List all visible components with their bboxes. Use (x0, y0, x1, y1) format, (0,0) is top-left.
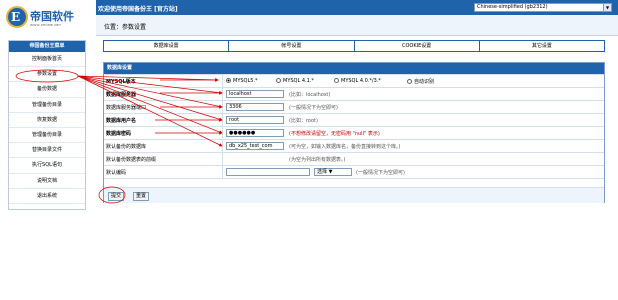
default-charset-label: 默认编码 (106, 170, 127, 176)
settings-tabs: 数据库设置 帐号设置 COOKIE设置 其它设置 (103, 40, 605, 52)
radio-mysql40[interactable]: MYSQL 4.0.*/3.* (334, 78, 381, 84)
charset-select[interactable]: 选择 ▼ (314, 168, 352, 176)
sidebar-title: 帝国备份王菜单 (9, 41, 85, 52)
db-server-input[interactable]: localhost (226, 90, 284, 98)
radio-mysql5[interactable]: MYSQL5.* (226, 78, 258, 84)
language-select-value: Chinese-simplified (gb2312) (477, 4, 548, 10)
db-server-label: 数据库服务器 (106, 92, 137, 98)
sidebar-item-run-sql[interactable]: 执行SQL语句 (9, 158, 85, 174)
db-port-hint: (一般情况下为空即可) (289, 105, 338, 111)
logo: E 帝国软件 WWW.PHOME.NET (0, 0, 96, 36)
default-charset-input[interactable] (226, 168, 310, 176)
row-db-port: 数据库服务器端口 3306 (一般情况下为空即可) (104, 100, 604, 113)
radio-unchecked-icon (334, 78, 339, 83)
row-db-password: 数据库密码 ●●●●●● (不想修改请留空，无密码用 "null" 表示) (104, 126, 604, 139)
reset-button[interactable]: 重置 (133, 192, 149, 201)
default-prefix-label: 默认备份数据表的前缀 (106, 157, 157, 163)
radio-mysql41[interactable]: MYSQL 4.1.* (276, 78, 314, 84)
row-default-prefix: 默认备份数据表的前缀 (为空为列出所有数据表。) (104, 152, 604, 165)
db-port-label: 数据库服务器端口 (106, 105, 147, 111)
sidebar-item-logout[interactable]: 退出系统 (9, 189, 85, 204)
db-port-input[interactable]: 3306 (226, 103, 284, 111)
database-settings-form: 数据库设置 MYSQL版本 MYSQL5.* MYSQL 4.1.* MYSQL… (103, 62, 605, 203)
row-default-db: 默认备份的数据库 db_x25_test_com (可为空，如输入数据库名，备份… (104, 139, 604, 152)
breadcrumb-bar (96, 15, 618, 36)
sidebar-item-backup[interactable]: 备份数据 (9, 82, 85, 98)
db-server-hint: (比如：localhost) (289, 92, 331, 98)
tab-database[interactable]: 数据库设置 (104, 41, 230, 51)
logo-subtitle: WWW.PHOME.NET (30, 23, 62, 27)
row-mysql-version: MYSQL版本 MYSQL5.* MYSQL 4.1.* MYSQL 4.0.*… (104, 74, 604, 87)
tab-account[interactable]: 帐号设置 (229, 41, 355, 51)
mysql-version-label: MYSQL版本 (106, 79, 136, 85)
sidebar-item-replace-files[interactable]: 替换目录文件 (9, 143, 85, 159)
welcome-text: 欢迎使用帝国备份王 [官方站] (98, 6, 178, 13)
sidebar-item-settings[interactable]: 参数设置 (9, 67, 85, 83)
default-prefix-hint: (为空为列出所有数据表。) (289, 157, 346, 163)
language-select[interactable]: Chinese-simplified (gb2312) ▼ (474, 3, 612, 12)
default-db-label: 默认备份的数据库 (106, 144, 147, 150)
sidebar-item-restore[interactable]: 恢复数据 (9, 113, 85, 128)
logo-emblem-icon: E (6, 6, 28, 28)
db-password-hint: (不想修改请留空，无密码用 "null" 表示) (289, 131, 380, 137)
row-db-user: 数据库用户名 root (比如：root) (104, 113, 604, 126)
radio-checked-icon (226, 78, 231, 83)
row-default-charset: 默认编码 选择 ▼ (一般情况下为空即可) (104, 165, 604, 178)
tab-other[interactable]: 其它设置 (480, 41, 604, 51)
radio-auto-detect[interactable]: 自动识别 (407, 78, 434, 85)
form-section-title: 数据库设置 (104, 63, 604, 74)
default-db-input[interactable]: db_x25_test_com (226, 142, 284, 150)
db-user-hint: (比如：root) (289, 118, 318, 124)
db-user-label: 数据库用户名 (106, 118, 137, 124)
form-button-bar: 提交 重置 (104, 187, 604, 203)
db-user-input[interactable]: root (226, 116, 284, 124)
default-db-hint: (可为空，如输入数据库名，备份直接转到这个库。) (289, 144, 401, 150)
sidebar-item-control-panel[interactable]: 控制面板首页 (9, 52, 85, 68)
tab-cookie[interactable]: COOKIE设置 (355, 41, 480, 51)
sidebar-item-manage-backup-dir-2[interactable]: 管理备份目录 (9, 128, 85, 144)
db-password-label: 数据库密码 (106, 131, 132, 137)
breadcrumb: 位置：参数设置 (104, 24, 147, 31)
logo-title: 帝国软件 (30, 10, 74, 23)
sidebar-menu: 帝国备份王菜单 控制面板首页 参数设置 备份数据 管理备份目录 恢复数据 管理备… (8, 40, 86, 210)
sidebar-item-docs[interactable]: 说明文档 (9, 174, 85, 189)
submit-button[interactable]: 提交 (108, 192, 124, 201)
radio-unchecked-icon (276, 78, 281, 83)
sidebar-item-manage-backup-dir[interactable]: 管理备份目录 (9, 98, 85, 113)
chevron-down-icon: ▼ (328, 169, 333, 175)
radio-unchecked-icon (407, 79, 412, 84)
db-password-input[interactable]: ●●●●●● (226, 129, 284, 137)
chevron-down-icon[interactable]: ▼ (603, 4, 611, 11)
row-db-server: 数据库服务器 localhost (比如：localhost) (104, 87, 604, 100)
default-charset-hint: (一般情况下为空即可) (356, 170, 405, 176)
